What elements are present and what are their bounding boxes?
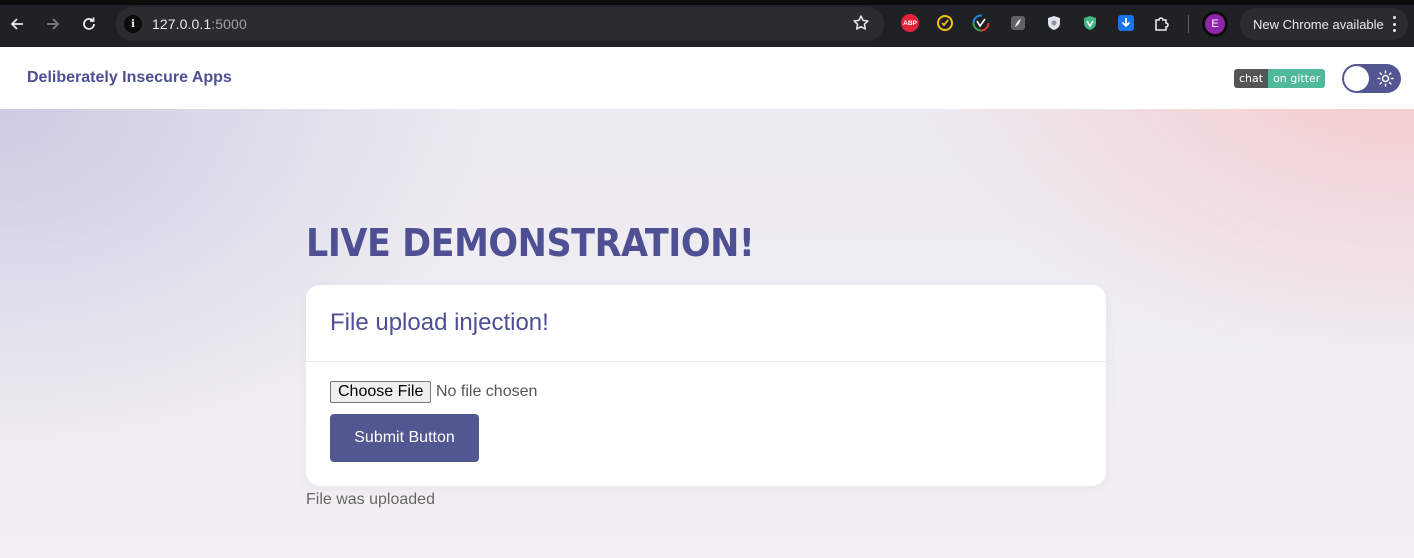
bookmark-star-icon[interactable] xyxy=(852,14,870,37)
feather-extension-icon[interactable] xyxy=(1008,13,1028,33)
page-viewport: Deliberately Insecure Apps chat on gitte… xyxy=(0,47,1414,558)
update-label: New Chrome available xyxy=(1253,16,1384,32)
file-status-label: No file chosen xyxy=(436,383,538,400)
back-button[interactable] xyxy=(3,10,31,38)
choose-file-button[interactable]: Choose File xyxy=(330,381,432,403)
theme-toggle[interactable] xyxy=(1342,64,1401,93)
page-heading: LIVE DEMONSTRATION! xyxy=(306,221,755,265)
url-host: 127.0.0.1 xyxy=(152,16,212,32)
back-arrow-icon xyxy=(10,18,23,30)
norton-icon[interactable] xyxy=(935,13,955,33)
adblock-plus-icon[interactable]: ABP xyxy=(900,13,920,33)
vue-devtools-icon[interactable] xyxy=(1080,13,1100,33)
extensions-puzzle-icon[interactable] xyxy=(1152,13,1172,33)
brand-link[interactable]: Deliberately Insecure Apps xyxy=(27,69,232,87)
reload-icon xyxy=(83,17,95,30)
sun-icon xyxy=(1377,70,1394,87)
colorful-extension-icon[interactable] xyxy=(971,13,991,33)
profile-initial: E xyxy=(1205,14,1225,34)
reload-button[interactable] xyxy=(75,10,103,38)
gitter-chat-badge[interactable]: chat on gitter xyxy=(1234,69,1326,88)
chrome-update-button[interactable]: New Chrome available xyxy=(1240,8,1408,40)
kebab-menu-icon[interactable] xyxy=(1392,16,1396,32)
badge-right-label: on gitter xyxy=(1268,69,1326,88)
profile-avatar[interactable]: E xyxy=(1202,11,1228,37)
toggle-knob xyxy=(1344,66,1369,91)
upload-result-message: File was uploaded xyxy=(306,491,435,508)
adblock-label: ABP xyxy=(901,14,919,32)
browser-toolbar: i 127.0.0.1:5000 ABP E New Chrome availa… xyxy=(0,0,1414,47)
upload-card: File upload injection! Choose File No fi… xyxy=(306,285,1106,486)
url-text: 127.0.0.1:5000 xyxy=(152,16,247,32)
card-title: File upload injection! xyxy=(330,309,549,336)
card-divider xyxy=(306,361,1106,362)
shield-extension-icon[interactable] xyxy=(1044,13,1064,33)
address-bar[interactable]: i 127.0.0.1:5000 xyxy=(116,7,884,41)
submit-button[interactable]: Submit Button xyxy=(330,414,479,462)
url-port: :5000 xyxy=(211,16,247,32)
site-navbar: Deliberately Insecure Apps chat on gitte… xyxy=(0,47,1414,109)
forward-button[interactable] xyxy=(39,10,67,38)
badge-left-label: chat xyxy=(1234,69,1269,88)
download-extension-icon[interactable] xyxy=(1116,13,1136,33)
toolbar-divider xyxy=(1188,15,1189,33)
site-info-icon[interactable]: i xyxy=(124,15,142,33)
forward-arrow-icon xyxy=(47,18,60,30)
